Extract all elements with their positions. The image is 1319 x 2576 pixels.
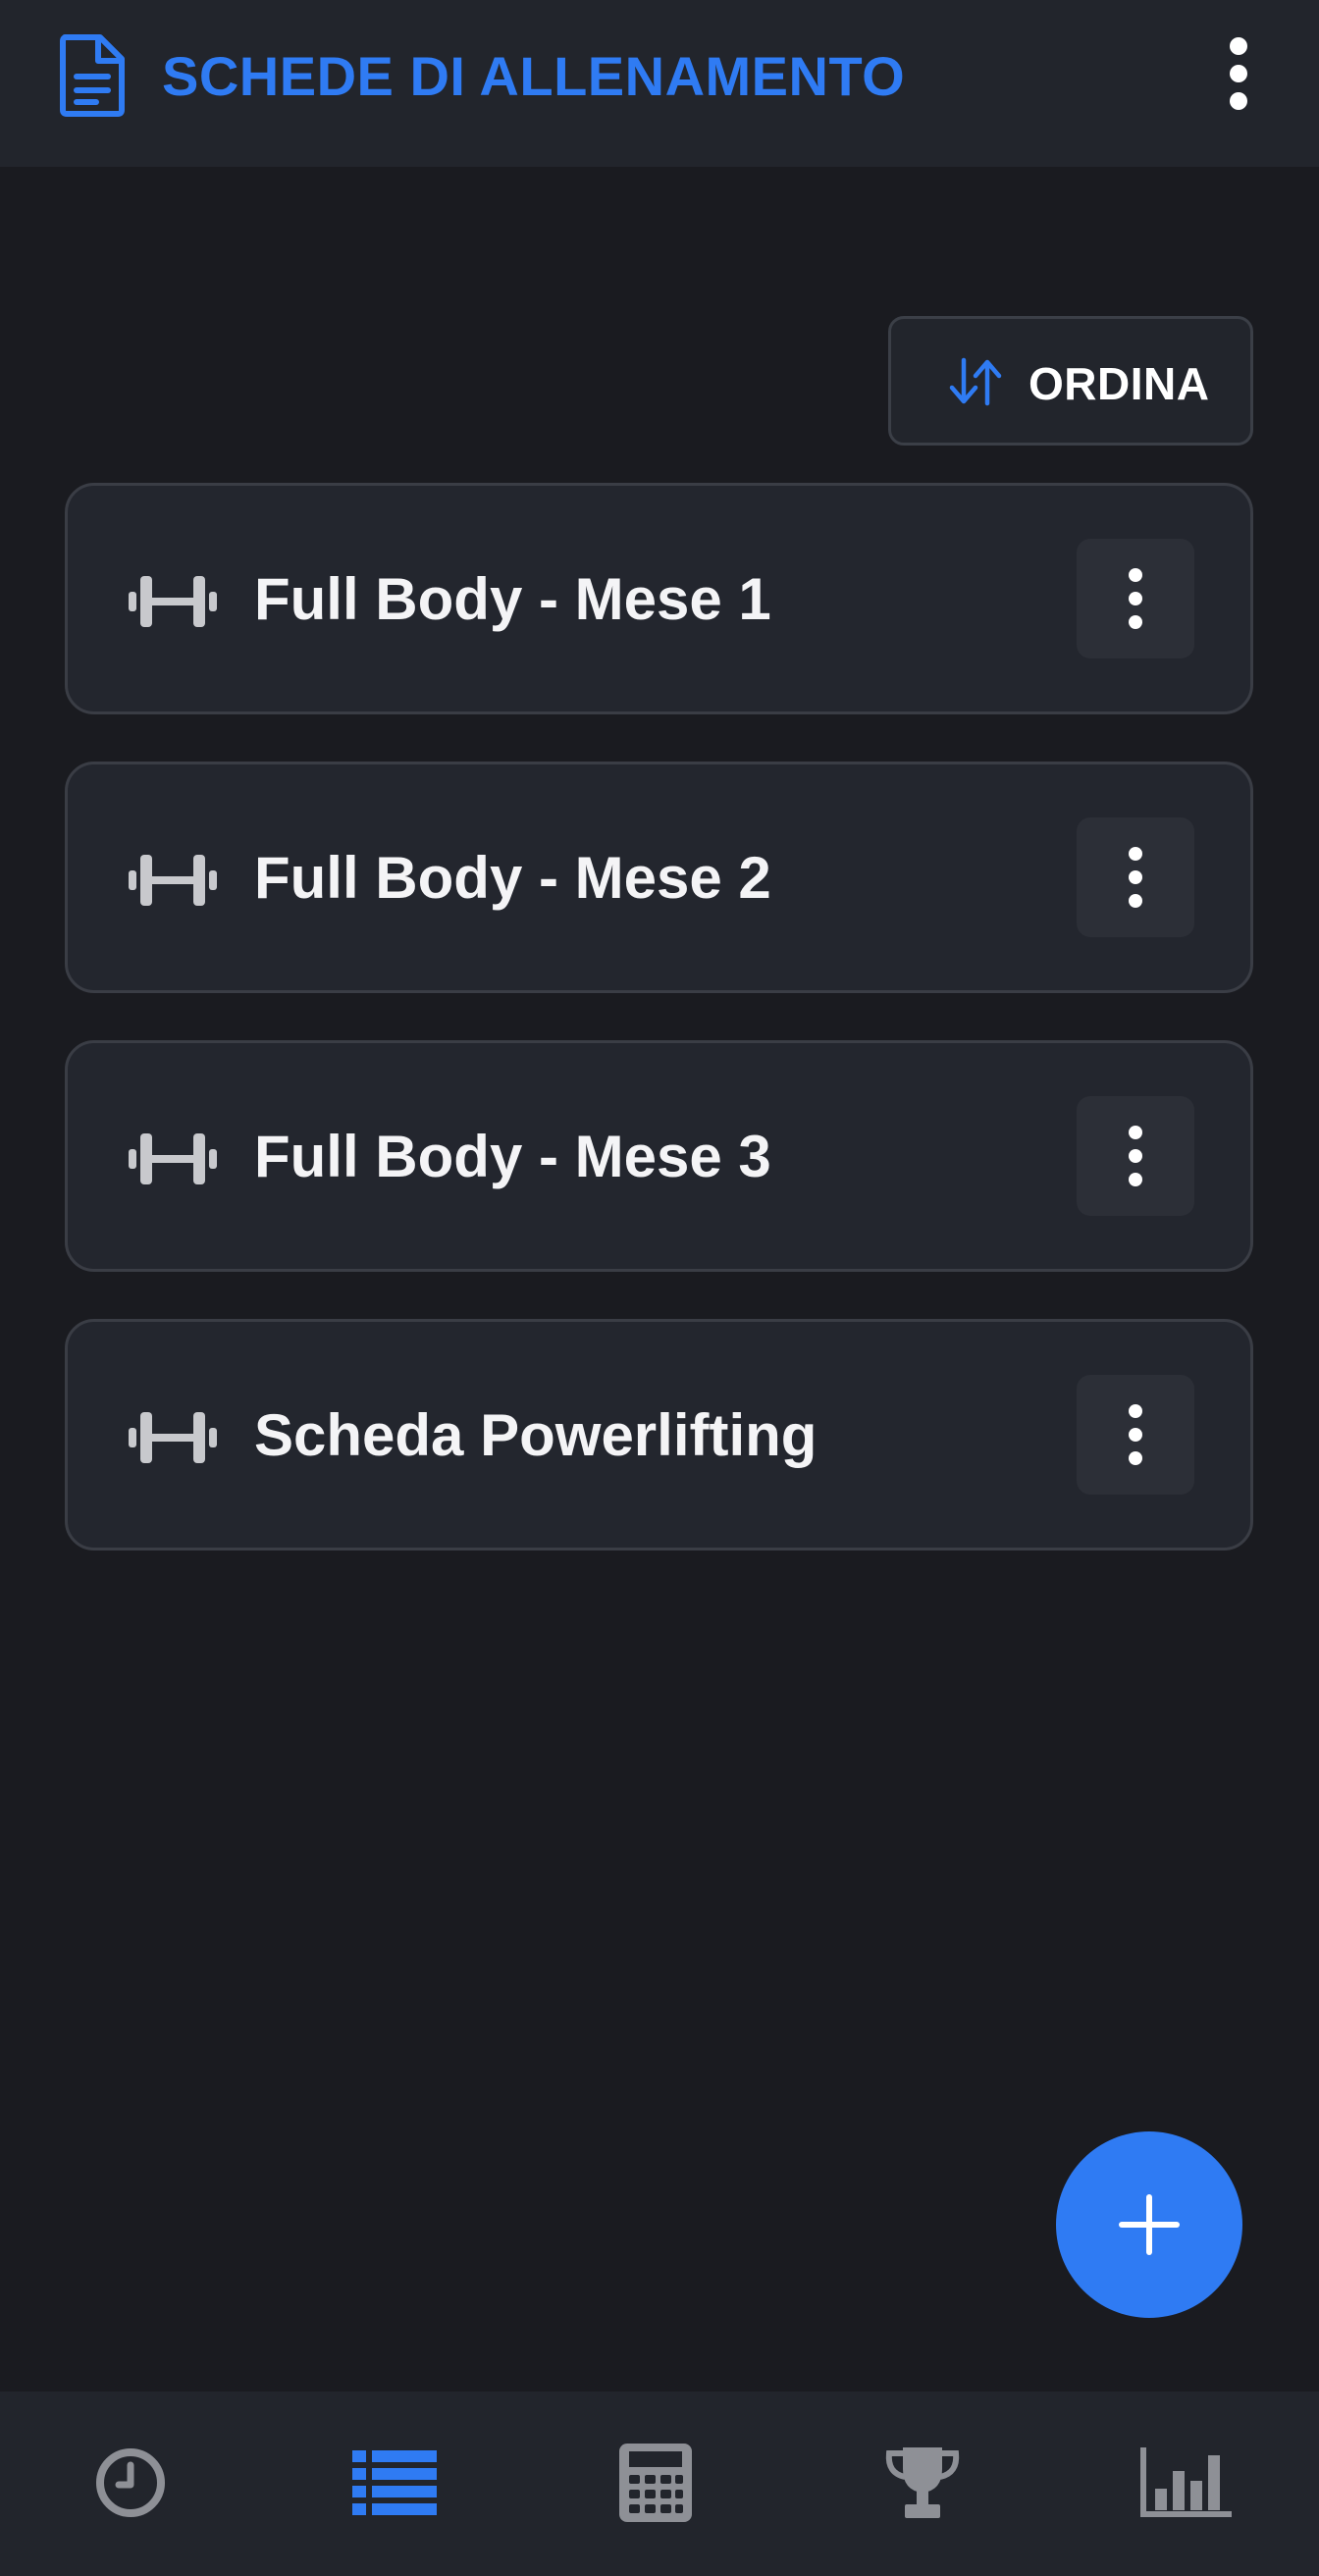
workout-title: Full Body - Mese 1 — [254, 566, 771, 632]
sort-arrows-icon — [949, 357, 1002, 406]
more-vertical-icon — [1129, 1404, 1142, 1465]
page-title: SCHEDE DI ALLENAMENTO — [162, 45, 906, 107]
sort-button-label: ORDINA — [1029, 358, 1210, 409]
document-icon — [60, 34, 125, 117]
clock-icon — [96, 2448, 165, 2517]
add-workout-button[interactable] — [1056, 2131, 1242, 2318]
sort-button[interactable]: ORDINA — [888, 316, 1253, 446]
dumbbell-icon — [129, 576, 217, 627]
nav-item-records[interactable] — [873, 2439, 972, 2527]
list-icon — [352, 2450, 437, 2515]
overflow-menu-button[interactable] — [1199, 29, 1278, 118]
nav-item-stats[interactable] — [1136, 2439, 1235, 2527]
more-vertical-icon — [1129, 568, 1142, 629]
calculator-icon — [619, 2444, 692, 2522]
workout-title: Full Body - Mese 3 — [254, 1124, 771, 1189]
workout-card[interactable]: Full Body - Mese 1 — [65, 483, 1253, 714]
dumbbell-icon — [129, 855, 217, 906]
trophy-icon — [885, 2447, 960, 2518]
nav-item-calculator[interactable] — [607, 2439, 705, 2527]
plus-icon — [1119, 2194, 1180, 2255]
workout-list: Full Body - Mese 1 Full Body - Mese 2 Fu… — [65, 483, 1253, 1598]
workout-card[interactable]: Full Body - Mese 2 — [65, 762, 1253, 993]
bottom-navigation — [0, 2392, 1319, 2576]
more-vertical-icon — [1230, 37, 1247, 110]
workout-title: Full Body - Mese 2 — [254, 845, 771, 911]
bar-chart-icon — [1140, 2447, 1232, 2517]
workout-menu-button[interactable] — [1077, 1096, 1194, 1216]
app-bar: SCHEDE DI ALLENAMENTO — [0, 0, 1319, 167]
dumbbell-icon — [129, 1412, 217, 1463]
workout-card[interactable]: Full Body - Mese 3 — [65, 1040, 1253, 1272]
workout-title: Scheda Powerlifting — [254, 1402, 818, 1468]
workout-card[interactable]: Scheda Powerlifting — [65, 1319, 1253, 1551]
nav-item-workouts[interactable] — [345, 2439, 444, 2527]
more-vertical-icon — [1129, 847, 1142, 908]
more-vertical-icon — [1129, 1126, 1142, 1186]
workout-menu-button[interactable] — [1077, 1375, 1194, 1495]
workout-menu-button[interactable] — [1077, 817, 1194, 937]
nav-item-history[interactable] — [81, 2439, 180, 2527]
workout-menu-button[interactable] — [1077, 539, 1194, 658]
dumbbell-icon — [129, 1133, 217, 1184]
